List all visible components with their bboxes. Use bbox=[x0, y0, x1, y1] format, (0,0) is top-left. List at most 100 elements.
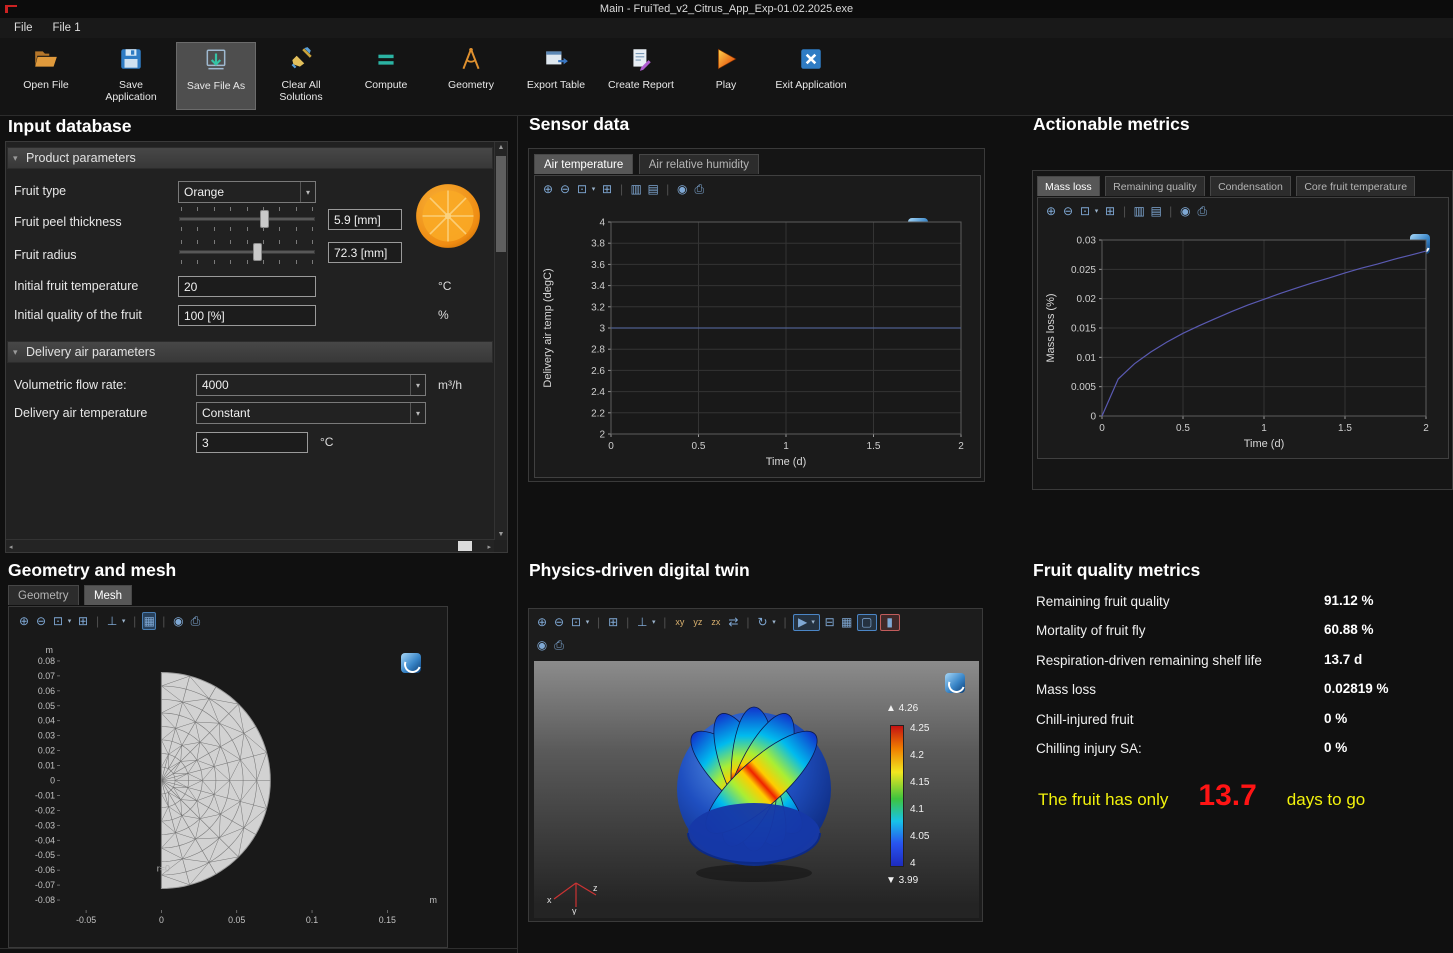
scrollbar-thumb[interactable] bbox=[458, 541, 472, 551]
snapshot-camera-icon[interactable]: ◉ bbox=[1178, 203, 1192, 219]
play-button[interactable]: Play bbox=[686, 42, 766, 110]
tab-air-relative-humidity[interactable]: Air relative humidity bbox=[639, 154, 759, 174]
zoom-extents-icon[interactable]: ⊞ bbox=[606, 614, 620, 630]
chevron-down-icon[interactable]: ▾ bbox=[810, 618, 817, 626]
snapshot-camera-icon[interactable]: ◉ bbox=[171, 613, 185, 629]
slider-track[interactable] bbox=[179, 217, 315, 221]
play-animation-icon[interactable]: ▶ bbox=[796, 614, 810, 630]
zoom-out-icon[interactable]: ⊖ bbox=[558, 181, 572, 197]
print-icon[interactable]: ⎙ bbox=[692, 181, 706, 197]
tab-condensation[interactable]: Condensation bbox=[1210, 176, 1291, 196]
zoom-box-icon[interactable]: ⊡ bbox=[51, 613, 65, 629]
zoom-out-icon[interactable]: ⊖ bbox=[1061, 203, 1075, 219]
print-icon[interactable]: ⎙ bbox=[188, 613, 202, 629]
create-report-button[interactable]: Create Report bbox=[601, 42, 681, 110]
scene-grid-icon[interactable]: ▦ bbox=[840, 614, 854, 630]
initial-temperature-input[interactable]: 20 bbox=[178, 276, 316, 297]
scene-light-icon[interactable]: ▢ bbox=[860, 614, 874, 630]
go-to-view-icon[interactable]: ⊥ bbox=[105, 613, 119, 629]
tab-core-fruit-temperature[interactable]: Core fruit temperature bbox=[1296, 176, 1415, 196]
chevron-down-icon[interactable]: ▾ bbox=[120, 617, 127, 625]
zoom-box-icon[interactable]: ⊡ bbox=[1078, 203, 1092, 219]
scroll-down-arrow[interactable]: ▼ bbox=[495, 531, 507, 538]
chevron-down-icon[interactable]: ▾ bbox=[771, 618, 778, 626]
svg-text:0.5: 0.5 bbox=[692, 441, 706, 452]
air-temperature-select[interactable]: Constant ▾ bbox=[196, 402, 426, 424]
x-log-scale-icon[interactable]: ▤ bbox=[646, 181, 660, 197]
geometry-button[interactable]: Geometry bbox=[431, 42, 511, 110]
tab-remaining-quality[interactable]: Remaining quality bbox=[1105, 176, 1204, 196]
exit-application-button[interactable]: Exit Application bbox=[771, 42, 851, 110]
open-file-button[interactable]: Open File bbox=[6, 42, 86, 110]
menu-file-1[interactable]: File 1 bbox=[43, 20, 91, 36]
view-zx-icon[interactable]: zx bbox=[708, 617, 723, 627]
chevron-down-icon[interactable]: ▾ bbox=[584, 618, 591, 626]
zoom-extents-icon[interactable]: ⊞ bbox=[76, 613, 90, 629]
snapshot-camera-icon[interactable]: ◉ bbox=[535, 637, 549, 653]
slider-thumb[interactable] bbox=[260, 210, 269, 228]
scroll-left-arrow[interactable]: ◂ bbox=[9, 543, 13, 551]
zoom-box-icon[interactable]: ⊡ bbox=[575, 181, 589, 197]
zoom-in-icon[interactable]: ⊕ bbox=[535, 614, 549, 630]
chevron-down-icon[interactable]: ▾ bbox=[1093, 207, 1100, 215]
y-log-scale-icon[interactable]: ▥ bbox=[629, 181, 643, 197]
flow-rate-select[interactable]: 4000 ▾ bbox=[196, 374, 426, 396]
peel-thickness-slider[interactable] bbox=[178, 206, 316, 232]
flip-view-icon[interactable]: ⇄ bbox=[726, 614, 740, 630]
twin-3d-viewport[interactable]: ▲ 4.26 4.25 4.2 4.15 4.1 4.05 4 ▼ 3.99 x… bbox=[534, 661, 979, 918]
slider-track[interactable] bbox=[179, 250, 315, 254]
compute-button[interactable]: Compute bbox=[346, 42, 426, 110]
export-table-button[interactable]: Export Table bbox=[516, 42, 596, 110]
geometry-mesh-tabs: Geometry Mesh bbox=[8, 585, 133, 605]
product-parameters-header[interactable]: ▾ Product parameters bbox=[7, 147, 493, 169]
massloss-plot-canvas[interactable]: 00.0050.010.0150.020.0250.0300.511.52Tim… bbox=[1040, 220, 1444, 456]
print-icon[interactable]: ⎙ bbox=[1195, 203, 1209, 219]
clip-plane-icon[interactable]: ▮ bbox=[883, 614, 897, 630]
clear-all-solutions-button[interactable]: Clear All Solutions bbox=[261, 42, 341, 110]
tab-geometry[interactable]: Geometry bbox=[8, 585, 79, 605]
zoom-in-icon[interactable]: ⊕ bbox=[17, 613, 31, 629]
zoom-out-icon[interactable]: ⊖ bbox=[34, 613, 48, 629]
scroll-up-arrow[interactable]: ▲ bbox=[495, 144, 507, 151]
layers-icon[interactable]: ⊟ bbox=[823, 614, 837, 630]
scroll-right-arrow[interactable]: ▸ bbox=[487, 543, 491, 551]
mesh-plot-canvas[interactable]: 0.080.070.060.050.040.030.020.010-0.01-0… bbox=[13, 635, 443, 943]
fruit-type-select[interactable]: Orange ▾ bbox=[178, 181, 316, 203]
comsol-logo-button[interactable] bbox=[945, 673, 965, 693]
show-grid-icon[interactable]: ▦ bbox=[142, 612, 156, 630]
zoom-in-icon[interactable]: ⊕ bbox=[541, 181, 555, 197]
go-to-default-view-icon[interactable]: ⊥ bbox=[635, 614, 649, 630]
snapshot-camera-icon[interactable]: ◉ bbox=[675, 181, 689, 197]
view-xy-icon[interactable]: xy bbox=[672, 617, 687, 627]
print-icon[interactable]: ⎙ bbox=[552, 637, 566, 653]
save-file-as-button[interactable]: Save File As bbox=[176, 42, 256, 110]
chevron-down-icon[interactable]: ▾ bbox=[66, 617, 73, 625]
zoom-extents-icon[interactable]: ⊞ bbox=[600, 181, 614, 197]
horizontal-scrollbar[interactable]: ◂ ▸ bbox=[6, 539, 494, 552]
view-yz-icon[interactable]: yz bbox=[690, 617, 705, 627]
zoom-in-icon[interactable]: ⊕ bbox=[1044, 203, 1058, 219]
peel-thickness-value[interactable]: 5.9 [mm] bbox=[328, 209, 402, 230]
menu-file[interactable]: File bbox=[4, 20, 43, 36]
fruit-radius-slider[interactable] bbox=[178, 239, 316, 265]
sensor-plot-canvas[interactable]: 22.22.42.62.833.23.43.63.8400.511.52Time… bbox=[537, 198, 977, 476]
zoom-out-icon[interactable]: ⊖ bbox=[552, 614, 566, 630]
y-log-scale-icon[interactable]: ▥ bbox=[1132, 203, 1146, 219]
chevron-down-icon[interactable]: ▾ bbox=[650, 618, 657, 626]
save-application-button[interactable]: Save Application bbox=[91, 42, 171, 110]
scrollbar-thumb[interactable] bbox=[496, 156, 506, 252]
rotate-view-icon[interactable]: ↻ bbox=[756, 614, 770, 630]
initial-quality-input[interactable]: 100 [%] bbox=[178, 305, 316, 326]
tab-air-temperature[interactable]: Air temperature bbox=[534, 154, 633, 174]
chevron-down-icon[interactable]: ▾ bbox=[590, 185, 597, 193]
zoom-box-icon[interactable]: ⊡ bbox=[569, 614, 583, 630]
tab-mass-loss[interactable]: Mass loss bbox=[1037, 176, 1100, 196]
delivery-air-parameters-header[interactable]: ▾ Delivery air parameters bbox=[7, 341, 493, 363]
x-log-scale-icon[interactable]: ▤ bbox=[1149, 203, 1163, 219]
zoom-extents-icon[interactable]: ⊞ bbox=[1103, 203, 1117, 219]
slider-thumb[interactable] bbox=[253, 243, 262, 261]
vertical-scrollbar[interactable]: ▲ ▼ bbox=[494, 142, 507, 540]
air-temperature-value-input[interactable]: 3 bbox=[196, 432, 308, 453]
fruit-radius-value[interactable]: 72.3 [mm] bbox=[328, 242, 402, 263]
tab-mesh[interactable]: Mesh bbox=[84, 585, 132, 605]
